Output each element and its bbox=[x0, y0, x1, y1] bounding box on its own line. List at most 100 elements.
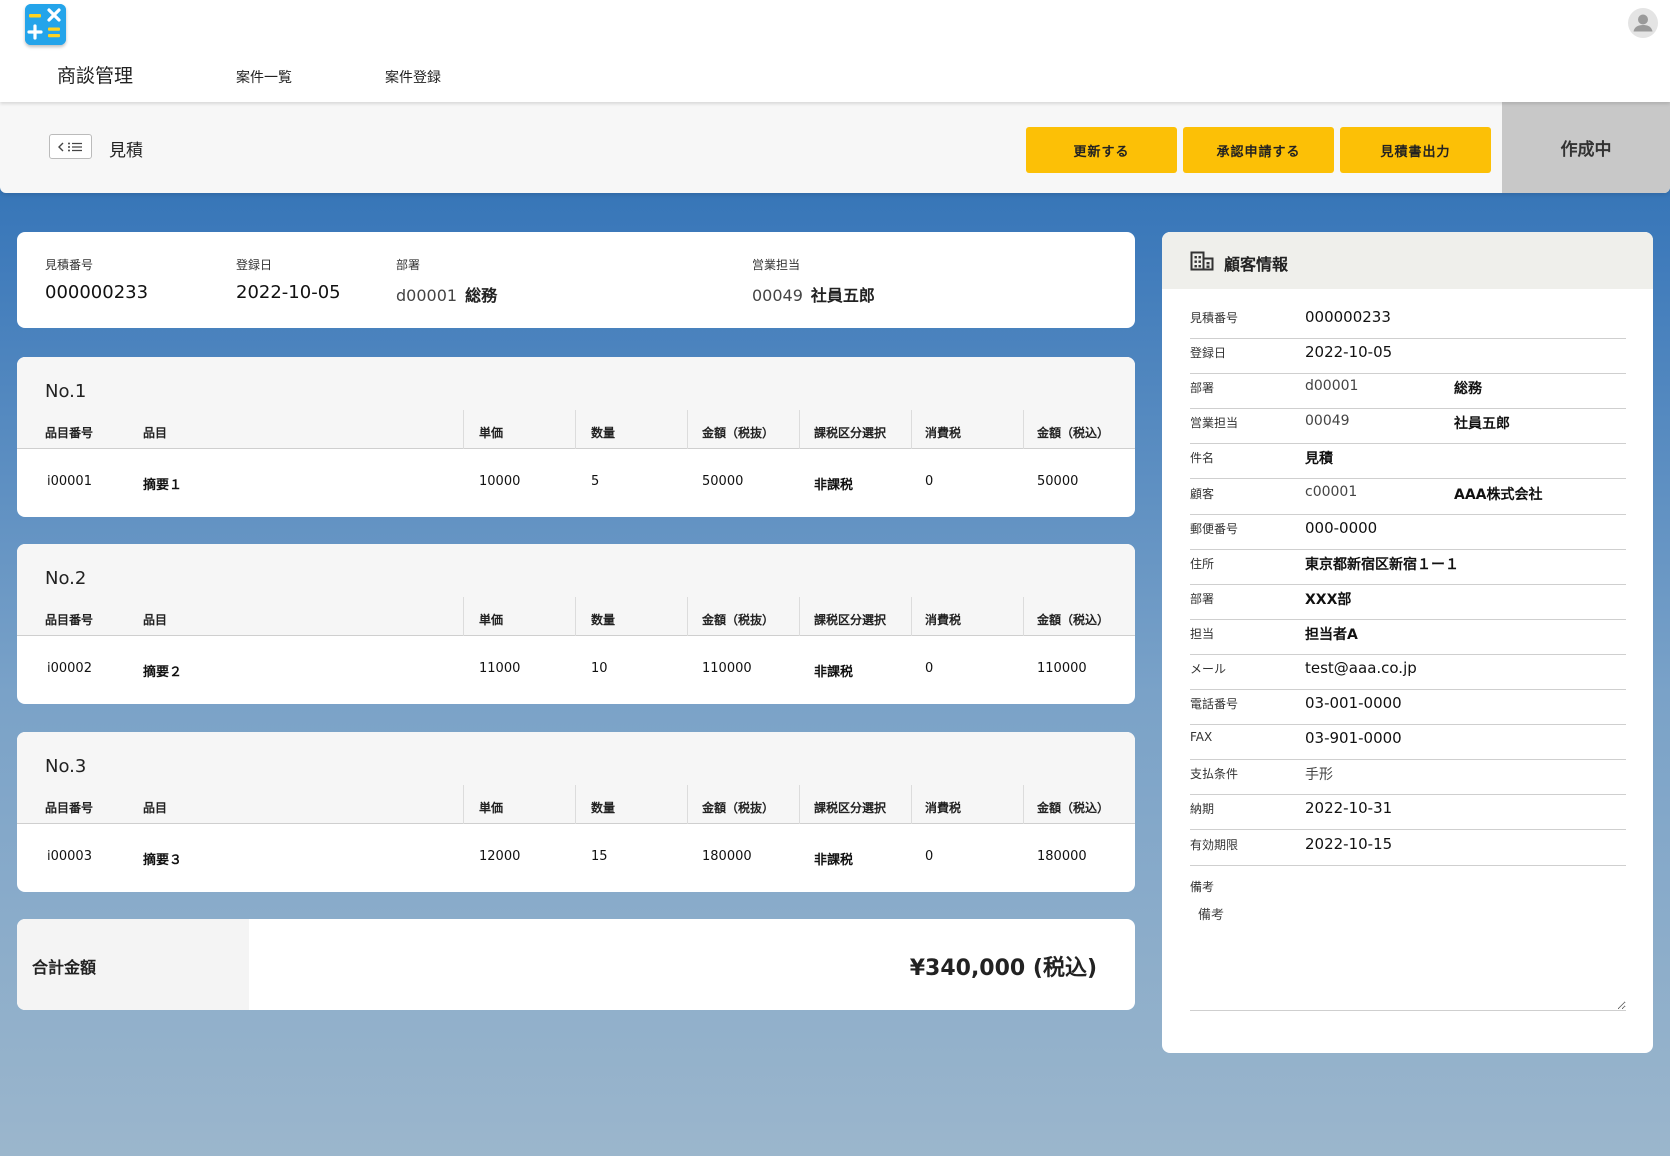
back-to-list-button[interactable] bbox=[49, 134, 92, 159]
column-header: 金額（税抜） bbox=[702, 801, 775, 815]
customer-info-row: メール test@aaa.co.jp bbox=[1190, 656, 1626, 690]
column-header: 品目 bbox=[143, 426, 168, 440]
column-header: 品目番号 bbox=[45, 801, 94, 815]
registration-date-label: 登録日 bbox=[236, 258, 273, 272]
remarks-label: 備考 bbox=[1190, 880, 1215, 894]
customer-info-row: 顧客 c00001 AAA株式会社 bbox=[1190, 481, 1626, 515]
customer-field-label: 住所 bbox=[1190, 557, 1215, 571]
customer-info-row: 見積番号 000000233 bbox=[1190, 305, 1626, 339]
sales-rep-label: 営業担当 bbox=[752, 258, 801, 272]
customer-info-row: 電話番号 03-001-0000 bbox=[1190, 691, 1626, 725]
line-item-tax: 0 bbox=[925, 661, 934, 676]
customer-field-label: 営業担当 bbox=[1190, 416, 1239, 430]
customer-field-value: test@aaa.co.jp bbox=[1305, 659, 1417, 677]
line-item-amount-ex: 110000 bbox=[702, 661, 752, 676]
customer-info-row: 件名 見積 bbox=[1190, 445, 1626, 479]
update-button[interactable]: 更新する bbox=[1026, 127, 1177, 173]
line-item-tax-type: 非課税 bbox=[814, 665, 854, 680]
column-header: 金額（税込） bbox=[1037, 426, 1110, 440]
estimate-print-button[interactable]: 見積書出力 bbox=[1340, 127, 1491, 173]
page-title: 見積 bbox=[109, 141, 143, 161]
customer-field-label: 支払条件 bbox=[1190, 767, 1239, 781]
line-item-card: No.1 品目番号 品目 単価 数量 金額（税抜） 課税区分選択 消費税 金額（税込） i0000… bbox=[17, 357, 1135, 517]
line-item-name: 摘要２ bbox=[143, 665, 183, 680]
column-divider bbox=[1023, 785, 1024, 824]
customer-field-label: 担当 bbox=[1190, 627, 1215, 641]
department-code: d00001 bbox=[396, 286, 458, 305]
column-header: 課税区分選択 bbox=[814, 613, 887, 627]
line-item-unit-price: 12000 bbox=[479, 849, 521, 864]
line-item-number: No.3 bbox=[45, 756, 87, 777]
line-item-header: No.1 品目番号 品目 単価 数量 金額（税抜） 課税区分選択 消費税 金額（税込） bbox=[17, 357, 1135, 449]
registration-date-value: 2022-10-05 bbox=[236, 282, 341, 303]
nav-case-register[interactable]: 案件登録 bbox=[385, 67, 441, 87]
customer-field-value-name: 社員五郎 bbox=[1454, 416, 1510, 432]
customer-info-panel: 顧客情報 見積番号 000000233 登録日 2022-10-05 部署 d00001 総… bbox=[1162, 232, 1653, 1053]
column-divider bbox=[575, 785, 576, 824]
customer-info-row: 担当 担当者A bbox=[1190, 621, 1626, 655]
line-item-tax: 0 bbox=[925, 849, 934, 864]
customer-field-value: 担当者A bbox=[1305, 627, 1358, 643]
department-label: 部署 bbox=[396, 258, 421, 272]
customer-field-label: 登録日 bbox=[1190, 346, 1227, 360]
customer-info-row: FAX 03-901-0000 bbox=[1190, 726, 1626, 760]
department-field: 部署 d00001 総務 bbox=[396, 256, 497, 306]
customer-info-row: 有効期限 2022-10-15 bbox=[1190, 832, 1626, 866]
column-divider bbox=[1023, 410, 1024, 449]
back-list-icon bbox=[57, 142, 82, 151]
line-item-qty: 5 bbox=[591, 474, 600, 489]
column-header: 品目 bbox=[143, 613, 168, 627]
line-item-tax-type: 非課税 bbox=[814, 853, 854, 868]
approval-request-button[interactable]: 承認申請する bbox=[1183, 127, 1334, 173]
sales-rep-name: 社員五郎 bbox=[810, 286, 875, 305]
line-item-item-no: i00001 bbox=[47, 474, 92, 489]
column-divider bbox=[911, 410, 912, 449]
line-item-number: No.1 bbox=[45, 381, 87, 402]
column-header: 課税区分選択 bbox=[814, 426, 887, 440]
column-header: 数量 bbox=[591, 613, 616, 627]
customer-field-label: 件名 bbox=[1190, 451, 1215, 465]
estimate-summary-card: 見積番号 000000233 登録日 2022-10-05 部署 d00001 総… bbox=[17, 232, 1135, 328]
customer-field-value: 2022-10-31 bbox=[1305, 799, 1393, 817]
sales-rep-code: 00049 bbox=[752, 286, 803, 305]
customer-field-value: d00001 bbox=[1305, 378, 1359, 394]
column-header: 数量 bbox=[591, 426, 616, 440]
customer-field-value: 東京都新宿区新宿１ー１ bbox=[1305, 557, 1459, 573]
column-header: 金額（税抜） bbox=[702, 426, 775, 440]
column-divider bbox=[911, 785, 912, 824]
nav-case-list[interactable]: 案件一覧 bbox=[236, 67, 292, 87]
customer-info-header: 顧客情報 bbox=[1162, 232, 1653, 289]
line-item-item-no: i00002 bbox=[47, 661, 92, 676]
line-item-card: No.3 品目番号 品目 単価 数量 金額（税抜） 課税区分選択 消費税 金額（税込） i0000… bbox=[17, 732, 1135, 892]
column-divider bbox=[575, 410, 576, 449]
line-item-number: No.2 bbox=[45, 568, 87, 589]
column-header: 品目番号 bbox=[45, 426, 94, 440]
column-header: 金額（税込） bbox=[1037, 613, 1110, 627]
action-bar: 見積 更新する 承認申請する 見積書出力 作成中 bbox=[0, 102, 1670, 193]
line-item-qty: 10 bbox=[591, 661, 608, 676]
sales-rep-field: 営業担当 00049 社員五郎 bbox=[752, 256, 875, 306]
calculator-icon[interactable] bbox=[25, 4, 66, 45]
column-divider bbox=[799, 410, 800, 449]
line-item-tax-type: 非課税 bbox=[814, 478, 854, 493]
remarks-textarea[interactable] bbox=[1190, 896, 1626, 1011]
column-header: 単価 bbox=[479, 801, 504, 815]
user-avatar-icon[interactable] bbox=[1628, 8, 1658, 38]
customer-field-value: c00001 bbox=[1305, 484, 1358, 500]
line-item-qty: 15 bbox=[591, 849, 608, 864]
column-header: 金額（税抜） bbox=[702, 613, 775, 627]
column-divider bbox=[687, 597, 688, 636]
customer-field-label: 部署 bbox=[1190, 381, 1215, 395]
customer-field-label: 有効期限 bbox=[1190, 838, 1239, 852]
department-name: 総務 bbox=[465, 286, 498, 305]
customer-info-title: 顧客情報 bbox=[1224, 255, 1289, 274]
column-divider bbox=[911, 597, 912, 636]
estimate-number-field: 見積番号 000000233 bbox=[45, 256, 148, 303]
customer-field-value: 2022-10-15 bbox=[1305, 835, 1393, 853]
line-item-unit-price: 11000 bbox=[479, 661, 521, 676]
customer-field-label: 納期 bbox=[1190, 802, 1215, 816]
customer-info-row: 部署 XXX部 bbox=[1190, 586, 1626, 620]
column-header: 消費税 bbox=[925, 613, 962, 627]
line-item-item-no: i00003 bbox=[47, 849, 92, 864]
app-title: 商談管理 bbox=[57, 65, 134, 87]
